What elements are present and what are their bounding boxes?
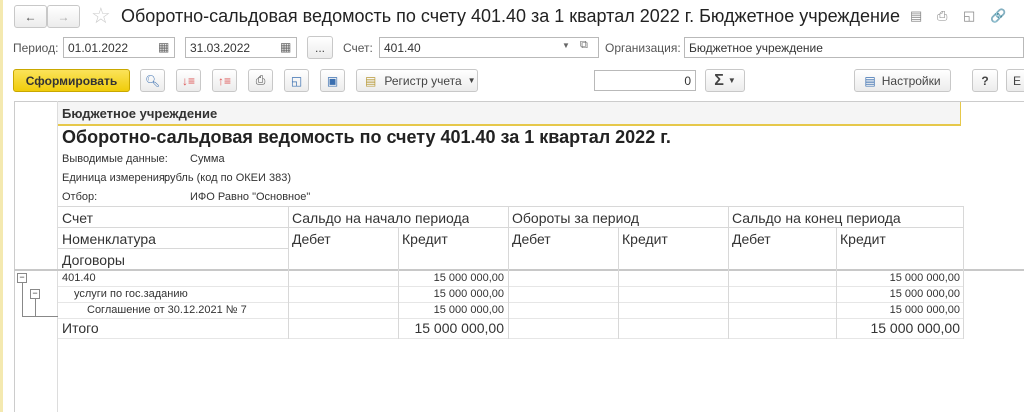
forward-button[interactable]: → (47, 5, 80, 28)
preview-icon: ◱ (290, 73, 303, 88)
header-turnover: Обороты за период (512, 210, 640, 226)
header-opening: Сальдо на начало периода (292, 210, 470, 226)
collapse-groups-button[interactable]: ↑≡ (212, 69, 237, 92)
row-name: услуги по гос.заданию (74, 288, 188, 300)
expand-groups-button[interactable]: ↓≡ (176, 69, 201, 92)
gutter-divider (57, 101, 58, 412)
header-nomenclature: Номенклатура (62, 231, 156, 247)
header-debit: Дебет (292, 231, 331, 247)
collapse-group-icon[interactable]: − (30, 289, 40, 299)
account-label: Счет: (343, 41, 373, 55)
org-input[interactable]: Бюджетное учреждение (684, 37, 1024, 58)
dropdown-icon[interactable]: ▼ (562, 41, 570, 50)
meta-label: Единица измерения: (62, 172, 168, 184)
generate-button[interactable]: Сформировать (13, 69, 130, 92)
header-credit: Кредит (402, 231, 448, 247)
sum-mode-button[interactable]: Σ ▼ (705, 69, 745, 92)
header-debit: Дебет (732, 231, 771, 247)
org-label: Организация: (605, 41, 681, 55)
print-icon[interactable]: ⎙ (937, 8, 947, 24)
meta-label: Отбор: (62, 191, 98, 203)
more-button[interactable]: Е (1006, 69, 1024, 92)
calendar-icon[interactable]: ▦ (280, 40, 291, 54)
sort-down-icon: ↓≡ (181, 73, 195, 88)
header-debit: Дебет (512, 231, 551, 247)
report-org: Бюджетное учреждение (62, 106, 218, 121)
open-icon[interactable]: ⧉ (580, 39, 588, 52)
arrow-left-icon: ← (24, 9, 37, 24)
dropdown-icon: ▼ (467, 76, 476, 85)
period-select-button[interactable]: ... (307, 36, 333, 59)
row-name: 401.40 (62, 272, 96, 284)
help-button[interactable]: ? (972, 69, 998, 92)
save-button[interactable]: ▣ (320, 69, 345, 92)
register-label: Регистр учета (384, 73, 462, 88)
tree-line (22, 316, 58, 317)
tree-line (35, 299, 36, 317)
opening-credit: 15 000 000,00 (433, 304, 504, 316)
date-to-value: 31.03.2022 (190, 41, 251, 55)
total-label: Итого (62, 320, 99, 336)
opening-credit: 15 000 000,00 (433, 272, 504, 284)
account-value: 401.40 (384, 41, 421, 55)
register-button[interactable]: ▤ Регистр учета ▼ (356, 69, 478, 92)
window-edge (0, 0, 3, 412)
settings-icon: ▤ (864, 73, 876, 88)
header-closing: Сальдо на конец периода (732, 210, 901, 226)
header-contracts: Договоры (62, 252, 125, 268)
org-value: Бюджетное учреждение (689, 41, 823, 55)
sum-value: 0 (684, 74, 691, 88)
total-closing-credit: 15 000 000,00 (870, 320, 960, 336)
arrow-right-icon: → (57, 9, 70, 24)
register-icon: ▤ (365, 73, 377, 88)
print-button[interactable]: ⎙ (248, 69, 273, 92)
opening-credit: 15 000 000,00 (433, 288, 504, 300)
save-icon: ▣ (326, 73, 339, 88)
sum-field[interactable]: 0 (594, 70, 696, 91)
report-title: Оборотно-сальдовая ведомость по счету 40… (62, 127, 671, 147)
dropdown-icon: ▼ (727, 76, 736, 85)
meta-value: Сумма (190, 153, 225, 165)
save-icon[interactable]: ▤ (910, 8, 922, 24)
link-icon[interactable]: 🔗 (990, 8, 1006, 24)
search-button[interactable]: 🔍︎ (140, 69, 165, 92)
date-from-value: 01.01.2022 (68, 41, 129, 55)
sort-up-icon: ↑≡ (217, 73, 231, 88)
back-button[interactable]: ← (14, 5, 47, 28)
collapse-group-icon[interactable]: − (17, 273, 27, 283)
meta-value: рубль (код по ОКЕИ 383) (164, 172, 291, 184)
row-name: Соглашение от 30.12.2021 № 7 (87, 304, 247, 316)
window-title: Оборотно-сальдовая ведомость по счету 40… (121, 6, 900, 26)
closing-credit: 15 000 000,00 (889, 288, 960, 300)
header-credit: Кредит (840, 231, 886, 247)
settings-label: Настройки (881, 73, 941, 88)
print-icon: ⎙ (255, 73, 266, 87)
period-label: Период: (13, 41, 59, 55)
settings-button[interactable]: ▤ Настройки (854, 69, 951, 92)
calendar-icon[interactable]: ▦ (158, 40, 169, 54)
header-account: Счет (62, 210, 93, 226)
preview-button[interactable]: ◱ (284, 69, 309, 92)
total-opening-credit: 15 000 000,00 (414, 320, 504, 336)
favorite-star-icon[interactable]: ☆ (91, 3, 111, 29)
meta-label: Выводимые данные: (62, 153, 168, 165)
tree-line (22, 283, 23, 317)
header-credit: Кредит (622, 231, 668, 247)
preview-icon[interactable]: ◱ (963, 8, 975, 24)
meta-value: ИФО Равно "Основное" (190, 191, 311, 203)
search-icon: 🔍︎ (144, 73, 161, 88)
closing-credit: 15 000 000,00 (889, 272, 960, 284)
closing-credit: 15 000 000,00 (889, 304, 960, 316)
sigma-icon: Σ (714, 71, 724, 89)
